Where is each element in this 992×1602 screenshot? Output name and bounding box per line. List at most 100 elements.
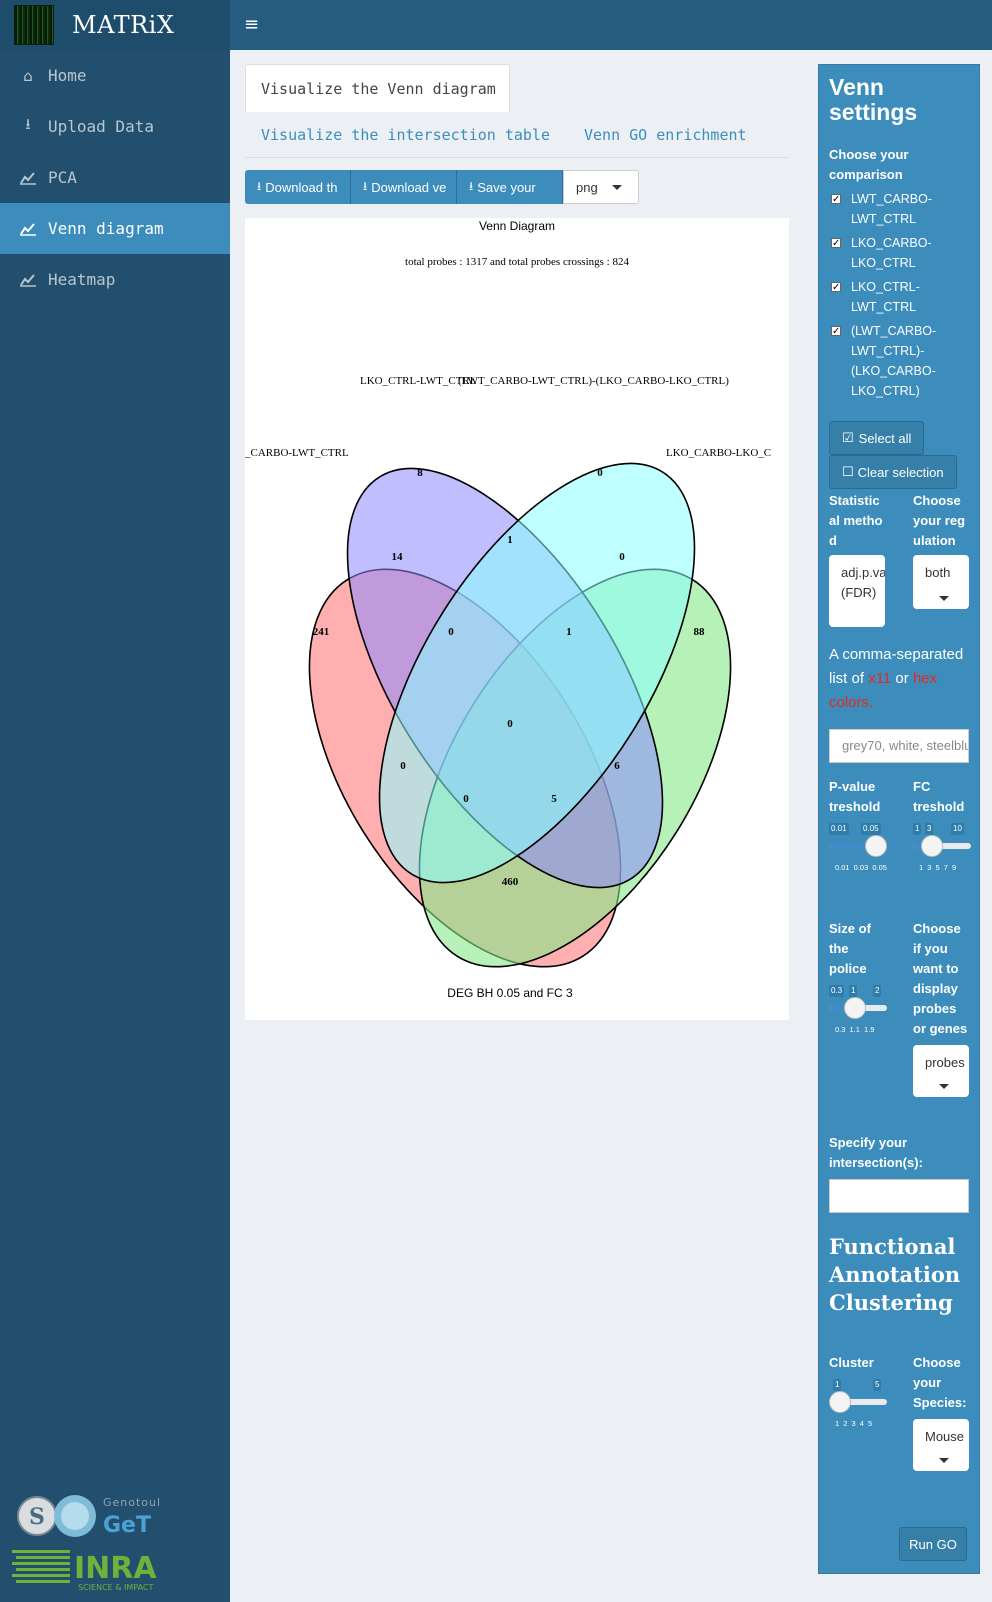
stat-method-label: Statistical method [829, 493, 883, 548]
police-label: Size of the police [829, 921, 871, 976]
format-select[interactable]: png [563, 170, 639, 204]
download-toolbar: ⭳ Download th ⭳ Download ve ⭳ Save your … [245, 170, 789, 204]
sidebar: ⌂ Home ⭳ Upload Data PCA Venn diagram He… [0, 50, 230, 1602]
sidebar-item-label: Venn diagram [48, 219, 164, 238]
species-select[interactable]: Mouse [913, 1419, 969, 1471]
logo-area: MATRiX [0, 0, 230, 50]
venn-title: Venn Diagram [479, 219, 555, 233]
download-icon: ⭳ [363, 178, 368, 193]
svg-text:Genotoul: Genotoul [103, 1496, 161, 1509]
checkbox[interactable] [831, 234, 841, 254]
cluster-label: Cluster [829, 1355, 874, 1370]
sidebar-item-venn-diagram[interactable]: Venn diagram [0, 203, 230, 254]
upload-icon: ⭳ [25, 115, 31, 133]
square-icon: ☐ [842, 464, 854, 480]
sidebar-item-heatmap[interactable]: Heatmap [0, 254, 230, 305]
checkbox[interactable] [831, 322, 841, 342]
pvalue-label: P-value treshold [829, 779, 881, 814]
tab-venn-go-enrichment[interactable]: Venn GO enrichment [584, 126, 747, 144]
venn-count: 0 [448, 626, 454, 638]
line-chart-icon [18, 273, 38, 287]
sidebar-item-pca[interactable]: PCA [0, 152, 230, 203]
save-button[interactable]: ⭳ Save your [457, 170, 563, 204]
venn-count: 1 [507, 534, 513, 546]
app-title: MATRiX [72, 11, 175, 39]
venn-count: 0 [400, 760, 406, 772]
venn-count: 0 [597, 467, 603, 479]
chevron-down-icon [939, 1458, 949, 1463]
comparison-checkbox[interactable]: LWT_CARBO-LWT_CTRL [829, 189, 969, 229]
x11-link[interactable]: x11 [868, 670, 891, 687]
venn-count: 88 [694, 626, 706, 638]
colors-input[interactable]: grey70, white, steelblue4 [829, 729, 969, 763]
sidebar-item-home[interactable]: ⌂ Home [0, 50, 230, 101]
comparison-label: Choose your comparison [829, 147, 909, 182]
venn-count: 1 [566, 626, 572, 638]
slider-handle[interactable] [865, 835, 887, 857]
venn-count: 6 [614, 760, 620, 772]
cluster-slider[interactable]: 1 5 1 2 3 4 5 [829, 1379, 887, 1431]
venn-count: 0 [507, 718, 513, 730]
tab-visualize-venn[interactable]: Visualize the Venn diagram [245, 64, 510, 112]
stat-method-select[interactable]: adj.p.val (FDR) [829, 555, 885, 627]
venn-footer: DEG BH 0.05 and FC 3 [447, 986, 573, 1000]
venn-label-c: _CARBO-LWT_CTRL [245, 447, 349, 459]
select-all-button[interactable]: ☑ Select all [829, 421, 925, 455]
intersection-input[interactable] [829, 1179, 969, 1213]
sidebar-item-label: Upload Data [48, 117, 154, 136]
chevron-down-icon [939, 596, 949, 601]
sidebar-item-label: Home [48, 66, 87, 85]
fc-slider[interactable]: 1 3 10 1 3 5 7 9 [913, 823, 971, 875]
regulation-label: Choose your regulation [913, 493, 966, 548]
comparison-checkbox[interactable]: LKO_CTRL-LWT_CTRL [829, 277, 969, 317]
comparison-checkbox[interactable]: LKO_CARBO-LKO_CTRL [829, 233, 969, 273]
chevron-down-icon [612, 184, 622, 190]
line-chart-icon [18, 171, 38, 185]
venn-settings-panel: Venn settings Choose your comparison LWT… [818, 64, 980, 1574]
tab-intersection-table[interactable]: Visualize the intersection table [261, 126, 550, 144]
download-icon: ⭳ [469, 178, 474, 193]
fc-label: FC treshold [913, 779, 965, 814]
venn-diagram: Venn Diagram total probes : 1317 and tot… [245, 219, 771, 1000]
sidebar-item-label: Heatmap [48, 270, 116, 289]
run-go-button[interactable]: Run GO [899, 1527, 967, 1561]
functional-annotation-title: Functional Annotation Clustering [829, 1234, 961, 1315]
slider-handle[interactable] [829, 1391, 851, 1413]
venn-count: 0 [619, 551, 625, 563]
intersection-label: Specify your intersection(s): [829, 1135, 923, 1170]
display-select[interactable]: probes [913, 1045, 969, 1097]
matrix-logo-image [14, 5, 54, 45]
download-icon: ⭳ [257, 178, 262, 193]
slider-handle[interactable] [843, 997, 866, 1019]
slider-handle[interactable] [920, 835, 943, 857]
police-slider[interactable]: 0.3 1 2 0.3 1.1 1.9 [829, 985, 887, 1037]
pvalue-slider[interactable]: 0.01 0.05 0.01 0.03 0.05 [829, 823, 887, 875]
checkbox[interactable] [831, 278, 841, 298]
sidebar-item-upload-data[interactable]: ⭳ Upload Data [0, 101, 230, 152]
checkbox[interactable] [831, 190, 841, 210]
venn-count: 241 [313, 626, 330, 638]
venn-diagram-panel: Venn Diagram total probes : 1317 and tot… [245, 218, 789, 1020]
venn-label-b: (LWT_CARBO-LWT_CTRL)-(LKO_CARBO-LKO_CTRL… [458, 375, 729, 387]
top-navbar: ≡ [230, 0, 992, 50]
download-diagram-button[interactable]: ⭳ Download th [245, 170, 351, 204]
genotoul-get-logo: S Genotoul GeT [17, 1495, 161, 1538]
home-icon: ⌂ [23, 66, 33, 85]
colors-help: A comma-separated list of x11 or hex col… [829, 646, 964, 711]
venn-count: 0 [463, 793, 469, 805]
venn-count: 8 [417, 467, 423, 479]
display-label: Choose if you want to display probes or … [913, 921, 968, 1036]
inra-logo: INRA SCIENCE & IMPACT [12, 1550, 157, 1592]
venn-count: 460 [502, 876, 519, 888]
venn-count: 5 [551, 793, 557, 805]
sidebar-item-label: PCA [48, 168, 77, 187]
download-venn-button[interactable]: ⭳ Download ve [351, 170, 457, 204]
svg-text:GeT: GeT [103, 1513, 151, 1538]
line-chart-icon [18, 222, 38, 236]
clear-selection-button[interactable]: ☐ Clear selection [829, 455, 957, 489]
svg-text:INRA: INRA [74, 1551, 157, 1586]
regulation-select[interactable]: both [913, 555, 969, 609]
hamburger-icon[interactable]: ≡ [244, 14, 259, 35]
comparison-checkbox[interactable]: (LWT_CARBO-LWT_CTRL)-(LKO_CARBO-LKO_CTRL… [829, 321, 969, 401]
chevron-down-icon [939, 1084, 949, 1089]
